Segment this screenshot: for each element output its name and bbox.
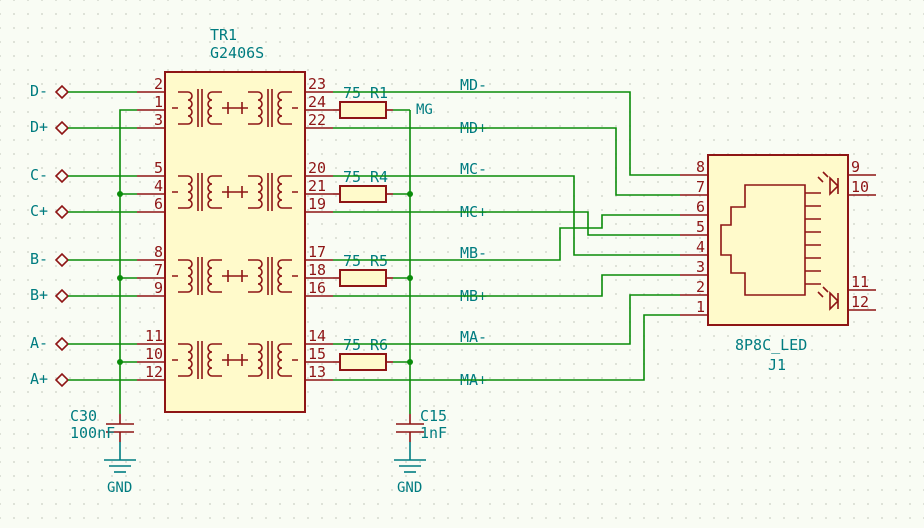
svg-text:6: 6 [154,195,163,213]
svg-text:7: 7 [154,261,163,279]
svg-text:17: 17 [308,243,326,261]
svg-text:4: 4 [154,177,163,195]
svg-text:13: 13 [308,363,326,381]
connector-j1: 8P8C_LED J1 [680,155,876,374]
svg-text:B+: B+ [30,286,48,304]
svg-text:D+: D+ [30,118,48,136]
svg-text:GND: GND [107,480,132,496]
svg-text:4: 4 [696,238,705,256]
svg-text:24: 24 [308,93,326,111]
svg-text:11: 11 [851,273,869,291]
svg-text:C-: C- [30,166,48,184]
svg-text:R6: R6 [370,336,388,354]
net-mg: MG [416,102,433,118]
svg-text:9: 9 [851,158,860,176]
resistor-r6: 75 R6 [333,336,393,370]
svg-text:A-: A- [30,334,48,352]
tr1-ref: TR1 [210,26,237,44]
svg-text:6: 6 [696,198,705,216]
svg-text:75: 75 [343,84,361,102]
gnd-left: GND [104,442,136,496]
schematic-canvas: TR1 G2406S [0,0,924,528]
svg-text:2: 2 [696,278,705,296]
resistor-r4: 75 R4 [333,168,393,202]
svg-text:3: 3 [696,258,705,276]
svg-text:1: 1 [154,93,163,111]
resistor-r1: 75 R1 [333,84,393,118]
left-net-ports: D- D+ C- C+ B- B+ A- A+ [30,82,48,388]
transformer-tr1: TR1 G2406S [165,26,305,412]
svg-text:C15: C15 [420,407,447,425]
svg-text:A+: A+ [30,370,48,388]
svg-text:19: 19 [308,195,326,213]
svg-text:75: 75 [343,336,361,354]
svg-text:GND: GND [397,480,422,496]
svg-text:10: 10 [851,178,869,196]
svg-text:R4: R4 [370,168,388,186]
svg-text:C+: C+ [30,202,48,220]
svg-text:7: 7 [696,178,705,196]
svg-text:11: 11 [145,327,163,345]
mid-net-labels: MD- MD+ MC- MC+ MB- MB+ MA- MA+ [460,76,487,389]
svg-text:12: 12 [851,293,869,311]
svg-text:21: 21 [308,177,326,195]
svg-text:C30: C30 [70,407,97,425]
capacitor-c15: C15 1nF [396,407,447,442]
tr1-value: G2406S [210,44,264,62]
svg-text:100nF: 100nF [70,424,115,442]
svg-text:18: 18 [308,261,326,279]
j1-ref: J1 [768,356,786,374]
svg-text:3: 3 [154,111,163,129]
j1-value: 8P8C_LED [735,336,807,354]
resistors: 75 R1 75 R4 75 R5 75 R6 [333,84,393,370]
svg-text:R1: R1 [370,84,388,102]
tr1-right-pins: 23 24 22 20 21 19 17 18 16 14 15 13 [308,75,326,381]
svg-text:75: 75 [343,168,361,186]
svg-text:R5: R5 [370,252,388,270]
svg-text:8: 8 [696,158,705,176]
capacitor-c30: C30 100nF [70,407,134,442]
svg-text:D-: D- [30,82,48,100]
wires-left [68,92,137,414]
svg-text:1nF: 1nF [420,424,447,442]
svg-text:20: 20 [308,159,326,177]
svg-text:8: 8 [154,243,163,261]
svg-text:5: 5 [154,159,163,177]
svg-text:1: 1 [696,298,705,316]
svg-text:12: 12 [145,363,163,381]
svg-text:16: 16 [308,279,326,297]
gnd-right: GND [394,442,426,496]
svg-text:2: 2 [154,75,163,93]
svg-text:B-: B- [30,250,48,268]
svg-text:15: 15 [308,345,326,363]
resistor-r5: 75 R5 [333,252,393,286]
svg-text:75: 75 [343,252,361,270]
svg-text:9: 9 [154,279,163,297]
svg-text:5: 5 [696,218,705,236]
tr1-left-pins: 2 1 3 5 4 6 8 7 9 11 10 12 [145,75,163,381]
svg-text:22: 22 [308,111,326,129]
svg-text:14: 14 [308,327,326,345]
svg-text:10: 10 [145,345,163,363]
svg-text:23: 23 [308,75,326,93]
